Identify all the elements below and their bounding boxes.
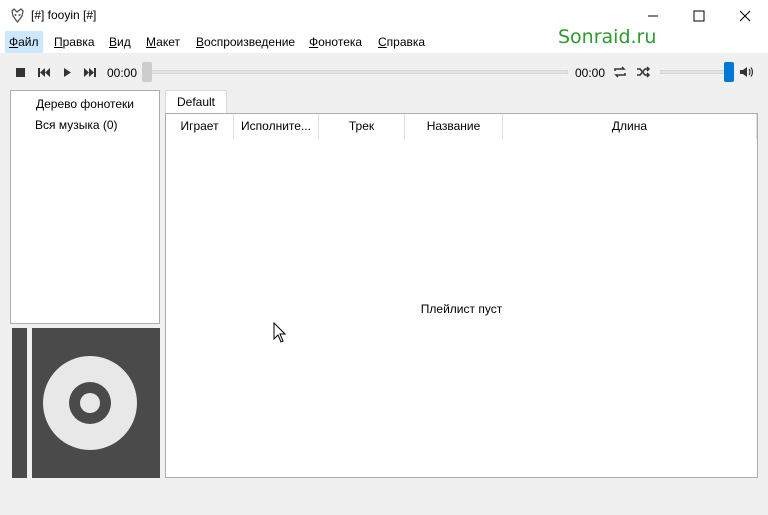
menu-view[interactable]: Вид xyxy=(105,31,135,53)
column-header-track[interactable]: Трек xyxy=(319,114,405,139)
total-time: 00:00 xyxy=(575,66,606,80)
seek-bar[interactable] xyxy=(148,70,568,74)
volume-icon[interactable] xyxy=(737,63,755,81)
window-title: [#] fooyin [#] xyxy=(31,8,97,22)
menu-playback[interactable]: Воспроизведение xyxy=(192,31,299,53)
next-icon[interactable] xyxy=(81,63,99,81)
close-button[interactable] xyxy=(722,0,768,31)
column-header-title[interactable]: Название xyxy=(405,114,503,139)
mouse-cursor-icon xyxy=(273,322,287,343)
column-header-duration[interactable]: Длина xyxy=(503,114,757,139)
watermark: Sonraid.ru xyxy=(558,26,657,48)
menu-library[interactable]: Фонотека xyxy=(305,31,366,53)
fooyin-app-icon xyxy=(11,8,24,24)
elapsed-time: 00:00 xyxy=(107,66,138,80)
playlist-view[interactable]: Играет Исполните... Трек Название Длина … xyxy=(165,113,758,478)
playlist-tab-default[interactable]: Default xyxy=(165,90,227,114)
menu-edit[interactable]: Правка xyxy=(50,31,99,53)
minimize-icon xyxy=(648,15,658,17)
close-icon xyxy=(739,10,751,22)
column-header-playing[interactable]: Играет xyxy=(166,114,234,139)
shuffle-icon[interactable] xyxy=(634,63,652,81)
playlist-empty-message: Плейлист пуст xyxy=(420,302,503,316)
previous-icon[interactable] xyxy=(35,63,53,81)
cover-art-placeholder xyxy=(10,328,160,478)
menu-file[interactable]: Файл xyxy=(5,31,43,53)
volume-handle[interactable] xyxy=(724,62,734,82)
library-tree-header: Дерево фонотеки xyxy=(36,97,134,111)
play-icon[interactable] xyxy=(58,63,76,81)
maximize-icon xyxy=(693,10,705,22)
maximize-button[interactable] xyxy=(676,0,722,31)
menu-help[interactable]: Справка xyxy=(374,31,429,53)
seek-handle[interactable] xyxy=(142,62,152,82)
library-tree-panel: Дерево фонотеки Вся музыка (0) xyxy=(10,90,160,324)
stop-icon[interactable] xyxy=(12,63,30,81)
column-header-artist[interactable]: Исполните... xyxy=(234,114,319,139)
volume-slider[interactable] xyxy=(660,70,730,74)
menu-layout[interactable]: Макет xyxy=(142,31,184,53)
repeat-icon[interactable] xyxy=(611,63,629,81)
library-item-all-music[interactable]: Вся музыка (0) xyxy=(35,118,118,132)
